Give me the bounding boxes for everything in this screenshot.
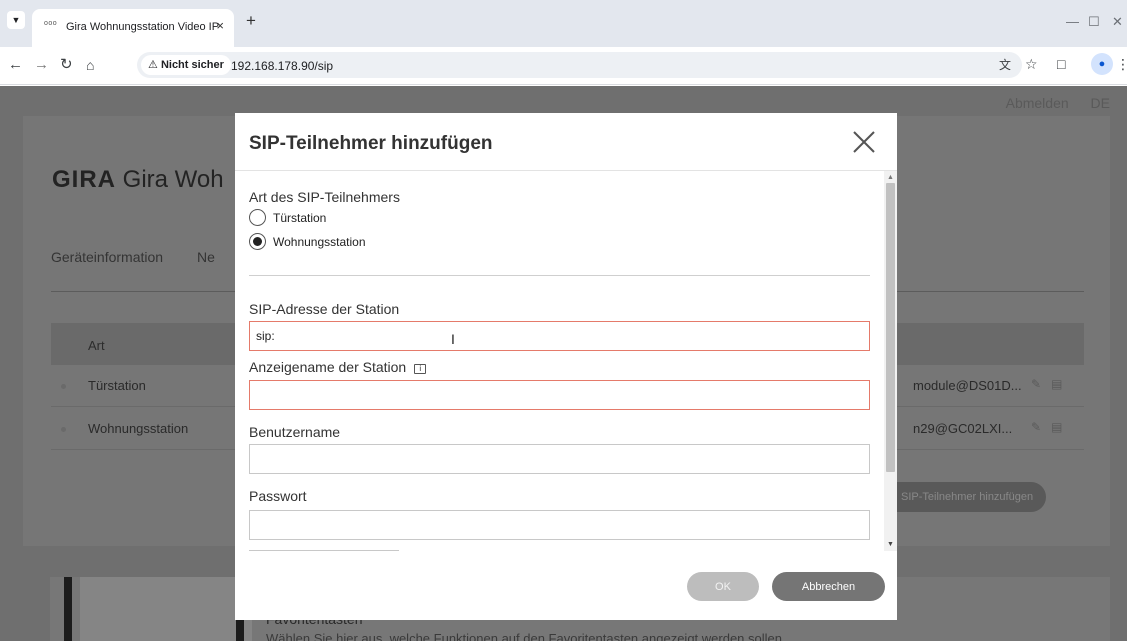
row-actions: ✎ ▤ — [1031, 377, 1072, 391]
close-window-icon[interactable]: ✕ — [1112, 14, 1123, 30]
translate-icon[interactable]: 文 — [999, 56, 1011, 73]
scroll-down-icon[interactable]: ▼ — [887, 541, 894, 548]
sip-address-input[interactable] — [249, 321, 870, 351]
device-image-bar — [64, 577, 72, 641]
home-icon[interactable]: ⌂ — [86, 57, 94, 73]
radio-button-checked[interactable] — [249, 233, 266, 250]
radio-label: Türstation — [273, 211, 327, 225]
tab-device-info[interactable]: Geräteinformation — [51, 249, 163, 265]
security-chip[interactable]: ⚠ Nicht sicher — [141, 55, 231, 75]
radio-label: Wohnungsstation — [273, 235, 366, 249]
status-dot — [61, 427, 66, 432]
password-label: Passwort — [249, 488, 307, 504]
password-input[interactable] — [249, 510, 870, 540]
dialog-body: Art des SIP-Teilnehmers Türstation Wohnu… — [235, 171, 883, 551]
favicon-icon: ooo — [44, 20, 58, 27]
text-cursor-icon: I — [451, 331, 455, 347]
tab-title: Gira Wohnungsstation Video IP — [66, 21, 220, 33]
tab-search-chevron-icon[interactable]: ▼ — [7, 11, 25, 29]
logo-brand: GIRA — [52, 166, 116, 193]
warning-icon: ⚠ — [148, 59, 158, 71]
edit-icon[interactable]: ✎ — [1031, 420, 1041, 434]
tab-partial[interactable]: Ne — [197, 249, 215, 265]
new-tab-button[interactable]: + — [246, 12, 256, 30]
url-text[interactable]: 192.168.178.90/sip — [231, 59, 333, 73]
top-links: Abmelden DE — [988, 95, 1110, 111]
column-header-art: Art — [88, 338, 105, 353]
row-address: n29@GC02LXI... — [913, 421, 1013, 436]
ok-button[interactable]: OK — [687, 572, 759, 601]
logo-text: Gira Woh — [122, 166, 224, 193]
delete-icon[interactable]: ▤ — [1051, 377, 1062, 391]
row-actions: ✎ ▤ — [1031, 420, 1072, 434]
close-icon[interactable] — [851, 129, 877, 155]
profile-icon[interactable]: ● — [1091, 53, 1113, 75]
row-art: Wohnungsstation — [88, 421, 189, 436]
username-label: Benutzername — [249, 424, 341, 440]
star-icon[interactable]: ☆ — [1025, 56, 1038, 73]
device-image — [80, 577, 252, 641]
add-sip-participant-dialog: SIP-Teilnehmer hinzufügen Art des SIP-Te… — [235, 113, 897, 620]
scrollbar-thumb[interactable] — [886, 183, 895, 472]
page-tabs: Geräteinformation Ne — [51, 249, 245, 265]
cancel-button[interactable]: Abbrechen — [772, 572, 885, 601]
section-divider — [249, 275, 870, 276]
tab-close-icon[interactable]: × — [216, 18, 224, 33]
dialog-title: SIP-Teilnehmer hinzufügen — [249, 133, 493, 154]
display-name-input[interactable] — [249, 380, 870, 410]
maximize-icon[interactable]: ☐ — [1088, 14, 1100, 30]
language-switch[interactable]: DE — [1091, 95, 1110, 111]
row-art: Türstation — [88, 378, 146, 393]
row-address: module@DS01D... — [913, 378, 1022, 393]
forward-icon[interactable]: → — [34, 57, 49, 73]
security-label: Nicht sicher — [160, 59, 224, 71]
logout-link[interactable]: Abmelden — [1006, 95, 1069, 111]
next-field-partial — [249, 550, 399, 551]
status-dot — [61, 384, 66, 389]
favorites-text: Wählen Sie hier aus, welche Funktionen a… — [266, 631, 786, 641]
info-icon[interactable]: i — [414, 364, 427, 374]
minimize-icon[interactable]: — — [1066, 14, 1079, 29]
extensions-icon[interactable]: □ — [1057, 56, 1065, 72]
scroll-up-icon[interactable]: ▲ — [887, 174, 894, 181]
radio-button[interactable] — [249, 209, 266, 226]
dialog-scrollbar[interactable]: ▲ ▼ — [884, 171, 897, 551]
back-icon[interactable]: ← — [8, 57, 23, 73]
browser-tab[interactable]: ooo Gira Wohnungsstation Video IP × — [32, 9, 234, 47]
browser-tab-strip: ▼ ooo Gira Wohnungsstation Video IP × + … — [0, 0, 1127, 47]
menu-icon[interactable]: ⋮ — [1116, 56, 1127, 73]
gira-logo: GIRA Gira Woh — [52, 166, 224, 194]
reload-icon[interactable]: ↻ — [60, 57, 73, 73]
participant-type-label: Art des SIP-Teilnehmers — [249, 189, 400, 205]
delete-icon[interactable]: ▤ — [1051, 420, 1062, 434]
edit-icon[interactable]: ✎ — [1031, 377, 1041, 391]
display-name-label-text: Anzeigename der Station — [249, 359, 407, 375]
sip-address-label: SIP-Adresse der Station — [249, 301, 400, 317]
display-name-label: Anzeigename der Station i — [249, 359, 427, 375]
username-input[interactable] — [249, 444, 870, 474]
